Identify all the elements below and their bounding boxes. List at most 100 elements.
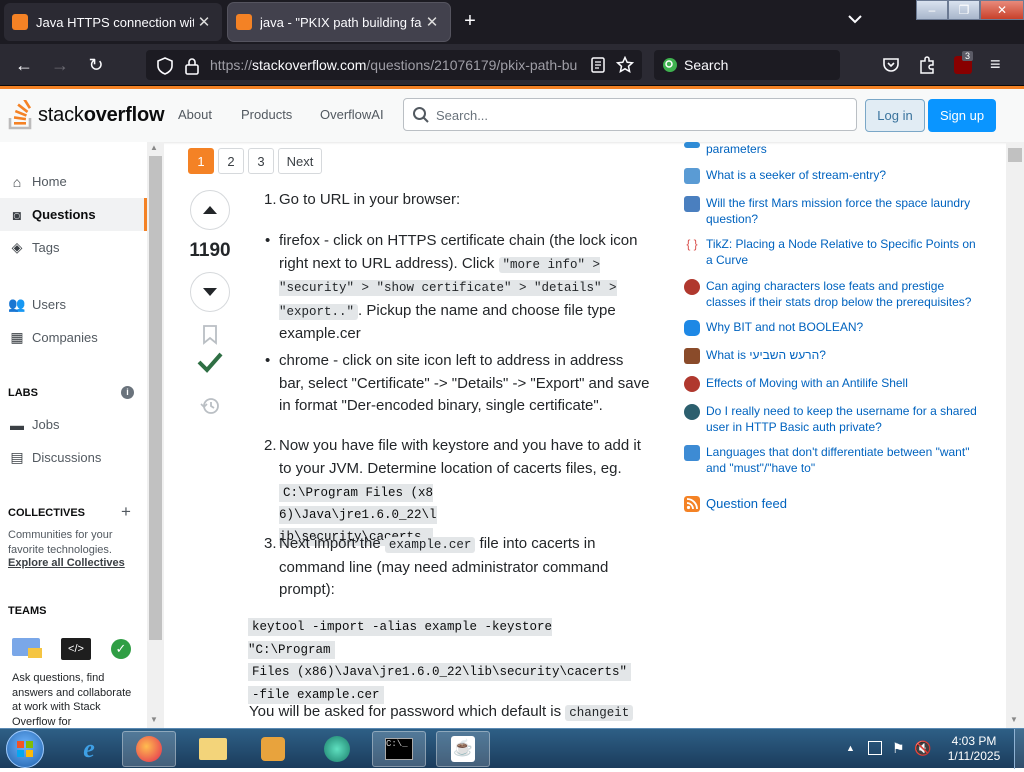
hot-question-item[interactable]: Effects of Moving with an Antilife Shell [684, 376, 984, 392]
java-taskbar-button[interactable]: ☕ [436, 731, 490, 767]
nav-products[interactable]: Products [241, 107, 292, 122]
new-tab-plus-icon[interactable]: + [458, 10, 482, 33]
downvote-button[interactable] [190, 272, 230, 312]
sidebar-item-questions[interactable]: ◙ Questions [0, 198, 147, 231]
lock-icon[interactable] [184, 57, 200, 75]
scroll-down-icon[interactable]: ▼ [150, 715, 158, 724]
hot-question-item[interactable]: Languages that don't differentiate betwe… [684, 445, 984, 476]
hot-question-title[interactable]: What is a seeker of stream-entry? [706, 168, 886, 184]
plus-icon[interactable]: + [121, 502, 131, 522]
hot-question-title[interactable]: TikZ: Placing a Node Relative to Specifi… [706, 237, 984, 268]
scrollbar-thumb[interactable] [149, 156, 162, 640]
search-placeholder: Search [684, 57, 729, 73]
system-clock[interactable]: 4:03 PM 1/11/2025 [938, 734, 1010, 764]
hot-question-title[interactable]: Will the first Mars mission force the sp… [706, 196, 984, 227]
site-search[interactable] [403, 98, 857, 131]
search-input[interactable] [436, 105, 846, 125]
nav-about[interactable]: About [178, 107, 212, 122]
sidebar-item-tags[interactable]: ◈ Tags [0, 231, 147, 264]
flag-icon[interactable]: ⚑ [892, 740, 905, 757]
chevron-down-icon[interactable] [848, 12, 862, 27]
hot-question-title[interactable]: What is הרעש השביעי? [706, 348, 826, 364]
explorer-taskbar-button[interactable] [186, 731, 240, 767]
sidebar-item-home[interactable]: ⌂ Home [0, 165, 147, 198]
hot-question-title[interactable]: Languages that don't differentiate betwe… [706, 445, 984, 476]
url-text[interactable]: https://stackoverflow.com/questions/2107… [210, 57, 586, 73]
bookmark-star-icon[interactable] [616, 56, 634, 74]
reload-icon[interactable]: ↻ [84, 54, 108, 76]
info-icon[interactable]: i [121, 386, 134, 399]
hot-question-title[interactable]: Why BIT and not BOOLEAN? [706, 320, 863, 336]
users-icon: 👥 [8, 296, 26, 312]
left-scrollbar[interactable]: ▲ ▼ [147, 142, 164, 728]
sidebar-item-label: Companies [32, 330, 98, 345]
forward-arrow-icon[interactable]: → [48, 54, 72, 76]
start-button[interactable] [6, 730, 44, 768]
hot-question-title[interactable]: Effects of Moving with an Antilife Shell [706, 376, 908, 392]
back-arrow-icon[interactable]: ← [12, 54, 36, 76]
hot-question-item[interactable]: Can aging characters lose feats and pres… [684, 279, 984, 310]
login-button[interactable]: Log in [865, 99, 925, 132]
ie-taskbar-button[interactable]: e [62, 731, 116, 767]
tray-expand-icon[interactable]: ▲ [846, 743, 855, 753]
next-page-button[interactable]: Next [278, 148, 322, 174]
upvote-button[interactable] [190, 190, 230, 230]
hot-question-item[interactable]: { } TikZ: Placing a Node Relative to Spec… [684, 237, 984, 268]
close-icon[interactable]: ✕ [194, 13, 214, 31]
question-feed-link[interactable]: Question feed [684, 496, 984, 512]
media-taskbar-button[interactable] [246, 731, 300, 767]
page-scrollbar[interactable]: ▼ [1006, 142, 1024, 728]
sidebar-item-jobs[interactable]: ▬ Jobs [0, 408, 147, 441]
sidebar-item-users[interactable]: 👥 Users [0, 288, 147, 321]
shield-icon[interactable] [156, 57, 174, 75]
app-taskbar-button[interactable] [310, 731, 364, 767]
history-icon[interactable] [200, 396, 220, 416]
tab-java-https[interactable]: Java HTTPS connection with SS ✕ [4, 3, 222, 41]
close-icon[interactable]: ✕ [422, 13, 442, 31]
page-3-button[interactable]: 3 [248, 148, 274, 174]
so-logo[interactable]: stackoverflow [8, 97, 165, 133]
hamburger-menu-icon[interactable]: ≡ [990, 54, 1001, 75]
question-feed-label[interactable]: Question feed [706, 496, 787, 512]
network-icon[interactable] [868, 741, 882, 755]
cmd-taskbar-button[interactable]: C:\_ [372, 731, 426, 767]
hot-network-questions: parameters What is a seeker of stream-en… [674, 142, 1006, 728]
hot-question-title[interactable]: Can aging characters lose feats and pres… [706, 279, 984, 310]
sidebar-item-discussions[interactable]: ▤ Discussions [0, 441, 147, 474]
scroll-down-icon[interactable]: ▼ [1010, 715, 1018, 724]
tab-pkix[interactable]: java - "PKIX path building failed ✕ [228, 3, 450, 41]
volume-muted-icon[interactable]: 🔇 [914, 740, 931, 757]
window-controls: – ❐ ✕ [916, 0, 1024, 20]
close-window-icon[interactable]: ✕ [980, 0, 1024, 20]
bookmark-icon[interactable] [202, 325, 218, 345]
show-desktop-button[interactable] [1014, 729, 1024, 769]
browser-search-box[interactable]: Search [654, 50, 840, 80]
hot-question-item[interactable]: Why BIT and not BOOLEAN? [684, 320, 984, 336]
hot-question-item[interactable]: What is a seeker of stream-entry? [684, 168, 984, 184]
hot-question-item[interactable]: What is הרעש השביעי? [684, 348, 984, 364]
firefox-taskbar-button[interactable] [122, 731, 176, 767]
signup-button[interactable]: Sign up [928, 99, 996, 132]
code-line: keytool -import -alias example -keystore… [248, 618, 553, 659]
scroll-up-icon[interactable]: ▲ [150, 143, 158, 152]
downvote-arrow-icon [203, 288, 217, 296]
minimize-icon[interactable]: – [916, 0, 948, 20]
site-icon: { } [684, 237, 700, 253]
restore-icon[interactable]: ❐ [948, 0, 980, 20]
sidebar-item-companies[interactable]: ▦ Companies [0, 321, 147, 354]
pocket-icon[interactable] [882, 56, 900, 74]
hot-question-item[interactable]: parameters [684, 142, 984, 158]
hot-question-title[interactable]: Do I really need to keep the username fo… [706, 404, 984, 435]
page-1-button[interactable]: 1 [188, 148, 214, 174]
hot-question-item[interactable]: Do I really need to keep the username fo… [684, 404, 984, 435]
extensions-puzzle-icon[interactable] [918, 55, 936, 75]
teams-chat-icon [12, 638, 42, 658]
address-bar[interactable]: https://stackoverflow.com/questions/2107… [146, 50, 642, 80]
reader-view-icon[interactable] [590, 57, 606, 73]
explore-collectives-link[interactable]: Explore all Collectives [8, 557, 125, 569]
nav-overflowai[interactable]: OverflowAI [320, 107, 384, 122]
page-2-button[interactable]: 2 [218, 148, 244, 174]
scrollbar-thumb[interactable] [1008, 148, 1022, 162]
hot-question-title[interactable]: parameters [706, 142, 767, 158]
hot-question-item[interactable]: Will the first Mars mission force the sp… [684, 196, 984, 227]
